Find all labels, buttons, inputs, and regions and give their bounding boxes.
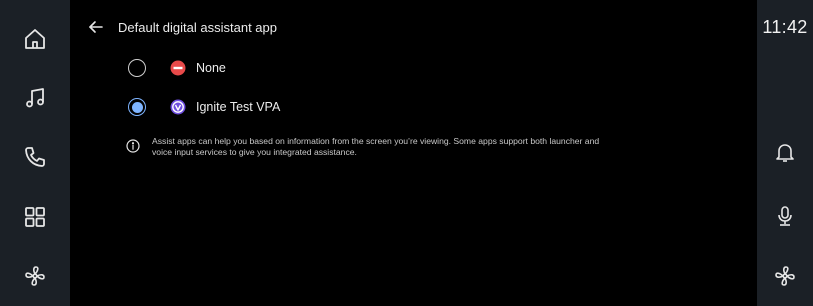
phone-icon[interactable] bbox=[23, 145, 47, 169]
page-header: Default digital assistant app bbox=[86, 14, 277, 40]
microphone-icon[interactable] bbox=[773, 204, 797, 228]
bell-icon[interactable] bbox=[773, 140, 797, 164]
option-label: Ignite Test VPA bbox=[196, 100, 281, 114]
apps-grid-icon[interactable] bbox=[23, 205, 47, 229]
back-arrow-icon[interactable] bbox=[86, 17, 106, 37]
option-none[interactable]: None bbox=[128, 55, 226, 81]
info-text: Assist apps can help you based on inform… bbox=[152, 136, 752, 158]
radio-button-selected[interactable] bbox=[128, 98, 146, 116]
radio-button[interactable] bbox=[128, 59, 146, 77]
home-icon[interactable] bbox=[23, 27, 47, 51]
left-navigation-rail bbox=[0, 0, 70, 306]
fan-icon[interactable] bbox=[23, 264, 47, 288]
vpa-app-icon bbox=[170, 99, 186, 115]
info-text-line: voice input services to give you integra… bbox=[152, 147, 357, 157]
clock: 11:42 bbox=[762, 17, 808, 37]
info-note: Assist apps can help you based on inform… bbox=[126, 136, 752, 158]
info-text-line: Assist apps can help you based on inform… bbox=[152, 136, 600, 146]
info-icon bbox=[126, 139, 140, 153]
page-title: Default digital assistant app bbox=[118, 19, 277, 35]
option-label: None bbox=[196, 61, 226, 75]
option-ignite-test-vpa[interactable]: Ignite Test VPA bbox=[128, 94, 280, 120]
fan-icon[interactable] bbox=[773, 264, 797, 288]
right-status-rail: 11:42 bbox=[757, 0, 813, 306]
music-icon[interactable] bbox=[23, 86, 47, 110]
settings-content: Default digital assistant app None Ignit… bbox=[70, 0, 757, 306]
none-icon bbox=[170, 60, 186, 76]
